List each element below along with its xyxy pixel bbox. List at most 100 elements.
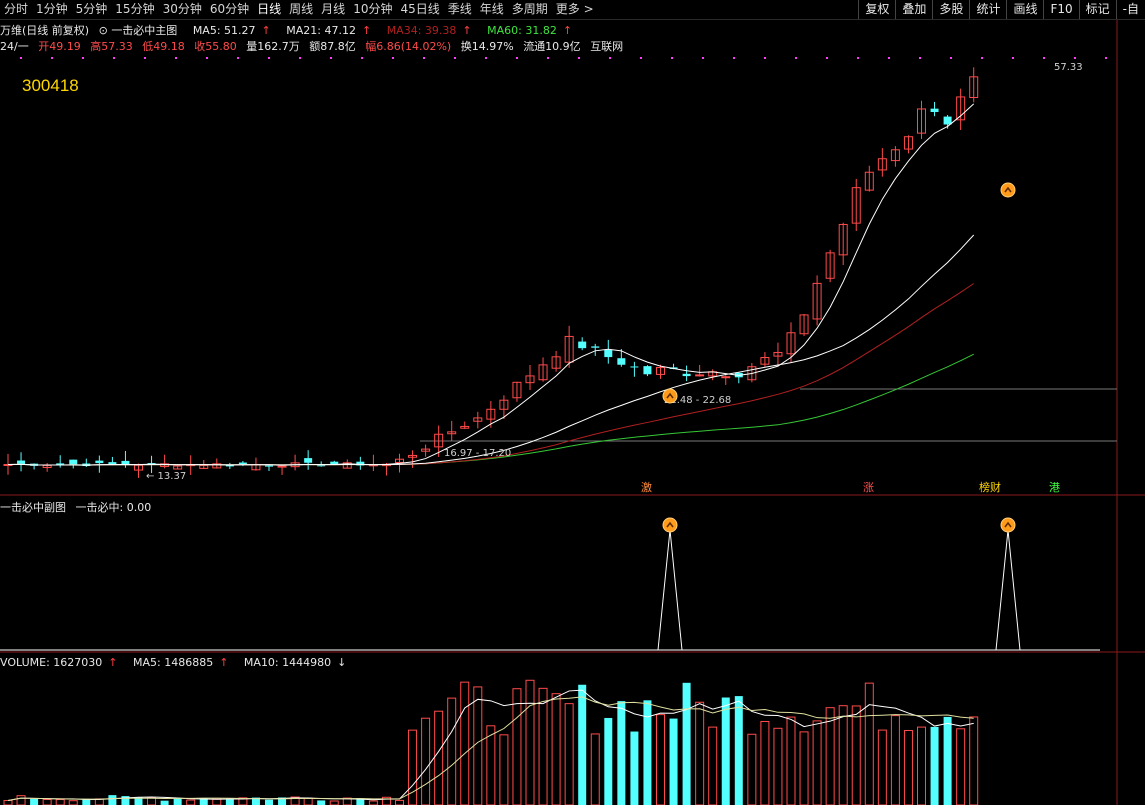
candle-body: [578, 341, 587, 349]
marker-dot: [1105, 57, 1107, 59]
marker-dot: [1043, 57, 1045, 59]
volume-bar: [16, 795, 26, 805]
volume-bar: [890, 715, 900, 805]
marker-dot: [826, 57, 828, 59]
volume-bar: [421, 717, 431, 805]
marker-dot: [51, 57, 53, 59]
marker-dot: [330, 57, 332, 59]
marker-dot: [764, 57, 766, 59]
volume-bar: [604, 717, 613, 805]
volume-ma10-line: [7, 696, 974, 801]
volume-ma5-line: [7, 689, 974, 801]
kline-chart[interactable]: 57.33← 13.3716.97 - 17.2022.48 - 22.68: [0, 0, 1145, 805]
buy-signal-icon: [662, 517, 678, 533]
marker-dot: [950, 57, 952, 59]
marker-dot: [299, 57, 301, 59]
marker-dot: [1012, 57, 1014, 59]
volume-bar: [551, 693, 561, 805]
candle-body: [317, 465, 326, 467]
low-price-label: ← 13.37: [146, 471, 186, 482]
volume-bar: [786, 716, 796, 805]
volume-bar: [499, 734, 509, 805]
candle-body: [930, 108, 939, 113]
volume-bar: [564, 703, 574, 805]
marker-dot: [175, 57, 177, 59]
volume-bar: [173, 798, 182, 805]
candle-body: [238, 462, 247, 465]
marker-dot: [795, 57, 797, 59]
marker-dot: [671, 57, 673, 59]
volume-bar: [186, 799, 196, 805]
volume-bar: [368, 800, 378, 805]
candle-body: [265, 465, 273, 467]
volume-bar: [303, 797, 313, 805]
marker-dot: [702, 57, 704, 59]
volume-bar: [578, 684, 587, 805]
candle-body: [277, 465, 287, 468]
marker-dot: [485, 57, 487, 59]
high-price-label: 57.33: [1054, 62, 1083, 73]
volume-bar: [212, 798, 222, 805]
volume-bar: [460, 681, 470, 805]
volume-bar: [265, 799, 273, 805]
ma34-line: [7, 283, 974, 466]
volume-bar: [773, 727, 783, 805]
candle-body: [604, 349, 613, 358]
event-tag-3[interactable]: 港: [1048, 481, 1061, 494]
candle-body: [721, 376, 731, 379]
marker-dot: [423, 57, 425, 59]
volume-bar: [799, 731, 809, 805]
volume-bar: [225, 799, 234, 805]
ma21-line: [7, 234, 975, 466]
volume-bar: [851, 705, 861, 805]
volume-bar: [147, 797, 157, 805]
marker-dot: [20, 57, 22, 59]
volume-bar: [42, 799, 52, 805]
volume-bar: [55, 799, 65, 805]
marker-dot: [454, 57, 456, 59]
marker-dot: [113, 57, 115, 59]
volume-bar: [943, 716, 952, 805]
candle-body: [95, 460, 104, 464]
event-tag-1[interactable]: 涨: [862, 481, 875, 494]
volume-bar: [877, 729, 887, 805]
volume-bar: [656, 714, 665, 805]
volume-bar: [3, 799, 13, 805]
volume-bar: [590, 733, 600, 805]
volume-bar: [473, 686, 483, 805]
marker-dot: [888, 57, 890, 59]
candle-body: [17, 460, 26, 465]
volume-bar: [447, 697, 457, 805]
event-tag-0[interactable]: 激: [640, 481, 653, 494]
volume-bar: [917, 726, 926, 805]
range-label-1: 16.97 - 17.20: [444, 448, 511, 459]
marker-dot: [392, 57, 394, 59]
marker-dot: [857, 57, 859, 59]
marker-dot: [361, 57, 363, 59]
volume-bar: [525, 679, 535, 805]
volume-bar: [969, 716, 979, 805]
volume-bar: [812, 720, 822, 805]
volume-bar: [682, 682, 691, 805]
buy-signal-icon: [1000, 182, 1016, 198]
candle-body: [630, 366, 639, 368]
volume-bar: [108, 795, 117, 805]
volume-bar: [825, 707, 835, 805]
candle-body: [682, 373, 691, 377]
volume-bar: [747, 733, 757, 805]
volume-bar: [930, 726, 939, 805]
marker-dot: [237, 57, 239, 59]
candle-body: [591, 346, 600, 348]
candle-body: [695, 374, 705, 377]
volume-bar: [760, 721, 770, 805]
volume-bar: [617, 701, 626, 805]
marker-dot: [919, 57, 921, 59]
marker-dot: [733, 57, 735, 59]
volume-bar: [68, 800, 78, 805]
marker-dot: [547, 57, 549, 59]
marker-dot: [206, 57, 208, 59]
event-tag-2[interactable]: 榜财: [978, 481, 1002, 494]
volume-bar: [317, 800, 326, 805]
candle-body: [617, 358, 626, 365]
volume-bar: [512, 688, 522, 805]
